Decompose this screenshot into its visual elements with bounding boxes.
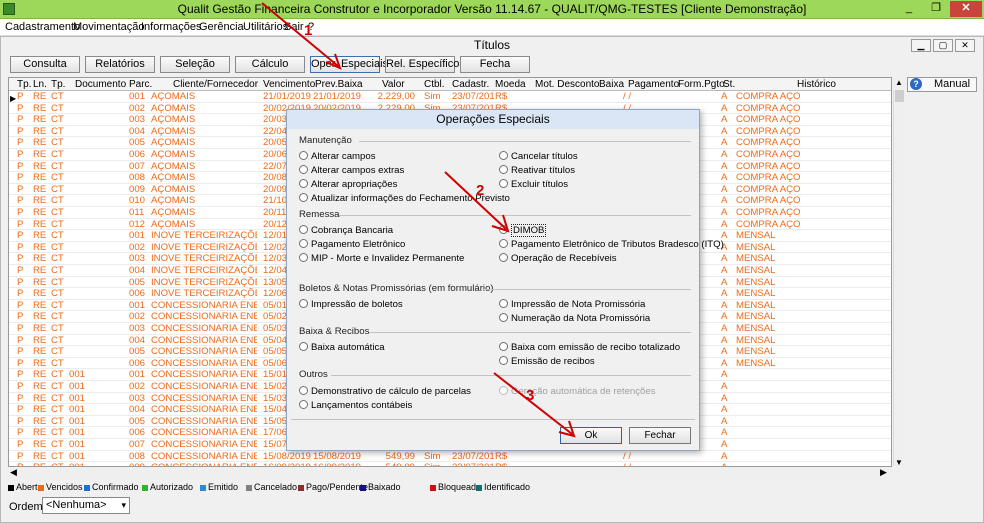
arrow-2-line [444, 171, 507, 230]
arrow-1-line [261, 2, 339, 67]
annotation-label-3: 3 [526, 387, 534, 404]
annotation-label-2: 2 [476, 182, 484, 199]
annotation-arrows: 1 2 3 [261, 2, 576, 438]
annotation-label-1: 1 [304, 22, 312, 39]
